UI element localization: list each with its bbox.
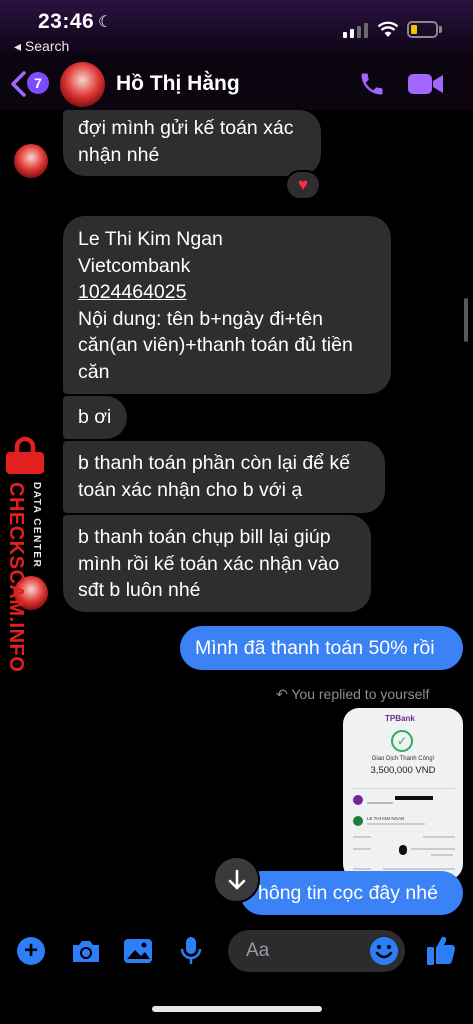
recipient-bank-icon: [353, 816, 363, 826]
arrow-down-icon: [228, 869, 246, 890]
message-text-line: căn: [78, 360, 110, 383]
lock-icon: [6, 436, 44, 474]
back-chevron-icon[interactable]: [8, 70, 28, 98]
message-text-line: b thanh toán chụp bill lại giúp: [78, 526, 331, 548]
message-input-placeholder: Aa: [246, 940, 270, 961]
tpbank-logo: TPBank: [385, 714, 415, 723]
home-indicator: [152, 1006, 322, 1012]
wifi-icon: [377, 21, 399, 37]
receipt-line: [353, 836, 371, 838]
message-text-line: căn(an viên)+thanh toán đủ tiền: [78, 334, 353, 356]
receipt-line: [383, 868, 455, 870]
receipt-amount: 3,500,000 VND: [370, 765, 436, 776]
scroll-to-bottom-button[interactable]: [213, 856, 260, 903]
message-text-line: Nội dung: tên b+ngày đi+tên: [78, 307, 324, 330]
message-text-line: Mình đã thanh toán 50% rồi: [195, 637, 435, 659]
message-text-line: b ơi: [78, 406, 112, 428]
unread-count-badge[interactable]: 7: [27, 72, 49, 94]
message-text-line: nhận nhé: [78, 143, 160, 166]
outgoing-message[interactable]: Mình đã thanh toán 50% rồi: [180, 626, 463, 670]
redacted-sender-name: [395, 796, 433, 800]
back-search-label: Search: [24, 38, 70, 54]
microphone-icon[interactable]: [180, 936, 202, 966]
battery-icon: [407, 21, 438, 38]
receipt-divider: [351, 788, 455, 789]
gallery-icon[interactable]: [123, 938, 153, 964]
redacted-mark: [399, 845, 407, 855]
sender-bank-icon: [353, 795, 363, 805]
scrollbar[interactable]: [464, 298, 468, 342]
incoming-message[interactable]: đợi mình gửi kế toán xác nhận nhé: [63, 110, 321, 176]
incoming-message[interactable]: b ơi: [63, 396, 127, 439]
receipt-title: Giao Dịch Thành Công!: [371, 756, 435, 762]
receipt-image-attachment[interactable]: TPBank ✓ Giao Dịch Thành Công! 3,500,000…: [343, 708, 463, 880]
phone-call-icon[interactable]: [358, 70, 386, 98]
moon-icon: ☾: [98, 14, 113, 31]
sender-avatar[interactable]: [14, 144, 48, 178]
message-text-line: đợi mình gửi kế toán xác: [78, 117, 294, 139]
watermark-logo: DATA CENTER CHECKSCAM.INFO: [0, 436, 52, 672]
replied-indicator: ↶ You replied to yourself: [276, 686, 429, 703]
outgoing-message[interactable]: hông tin cọc đây nhé: [240, 871, 463, 915]
receipt-line: [367, 802, 393, 804]
success-check-icon: ✓: [391, 730, 413, 752]
message-text-line: toán xác nhận cho b với ạ: [78, 478, 303, 501]
message-text-line: sđt b luôn nhé: [78, 579, 201, 601]
heart-reaction[interactable]: ♥: [285, 170, 321, 200]
receipt-line: [431, 854, 453, 856]
watermark-line2: CHECKSCAM.INFO: [5, 482, 27, 673]
replied-label: You replied to yourself: [291, 686, 430, 702]
receipt-recipient: LE THI KIM NGAN: [367, 816, 405, 821]
camera-icon[interactable]: [70, 938, 102, 964]
receipt-line: [367, 823, 425, 825]
add-plus-button[interactable]: +: [17, 937, 45, 965]
signal-icon: [343, 22, 369, 38]
incoming-message[interactable]: b thanh toán chụp bill lại giúp mình rồi…: [63, 515, 371, 612]
receipt-line: [353, 868, 371, 870]
message-text-line: mình rồi kế toán xác nhận vào: [78, 552, 340, 575]
thumbs-up-icon[interactable]: [426, 934, 456, 966]
receipt-line: [423, 836, 455, 838]
contact-avatar[interactable]: [60, 62, 105, 107]
emoji-icon[interactable]: [369, 936, 399, 966]
watermark-line1: DATA CENTER: [31, 482, 42, 569]
contact-name[interactable]: Hồ Thị Hằng: [116, 72, 240, 96]
message-text-line: Vietcombank: [78, 254, 191, 277]
message-text-line: Le Thi Kim Ngan: [78, 228, 223, 250]
reply-arrow-icon: ↶: [276, 686, 288, 702]
message-text-line: b thanh toán phần còn lại để kế: [78, 452, 351, 474]
battery-tip: [439, 26, 442, 33]
receipt-line: [353, 848, 371, 850]
video-call-icon[interactable]: [408, 72, 444, 96]
incoming-message[interactable]: Le Thi Kim Ngan Vietcombank 1024464025 N…: [63, 216, 391, 394]
account-number-link[interactable]: 1024464025: [78, 279, 376, 306]
status-time: 23:46: [38, 10, 95, 33]
back-to-search-link[interactable]: ◂ Search: [14, 38, 69, 55]
incoming-message[interactable]: b thanh toán phần còn lại để kế toán xác…: [63, 441, 385, 513]
message-text-line: hông tin cọc đây nhé: [258, 882, 438, 904]
receipt-line: [411, 848, 455, 850]
